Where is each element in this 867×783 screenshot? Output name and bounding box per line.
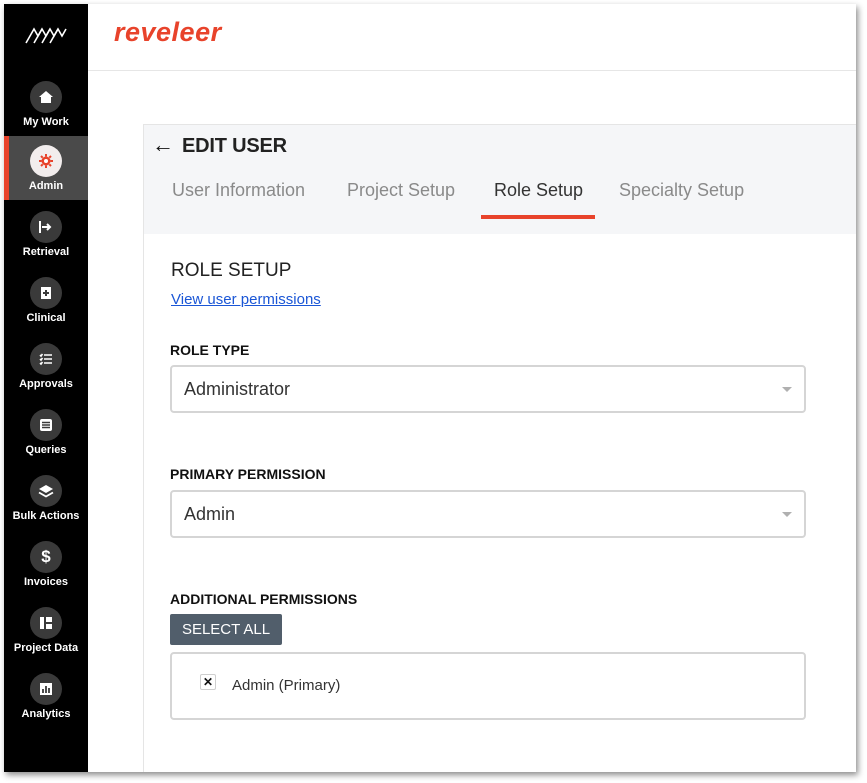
tab-role-setup[interactable]: Role Setup (494, 180, 583, 201)
primary-permission-label: PRIMARY PERMISSION (170, 466, 326, 482)
active-tab-indicator (481, 215, 595, 219)
sidebar-item-invoices[interactable]: $ Invoices (4, 532, 88, 596)
primary-permission-select[interactable]: Admin (170, 490, 806, 538)
sidebar-item-label: Clinical (26, 312, 66, 324)
sidebar-item-label: Invoices (23, 576, 69, 588)
brand-logo[interactable]: reveleer (114, 17, 222, 48)
sidebar-item-queries[interactable]: Queries (4, 400, 88, 464)
sidebar-item-admin[interactable]: Admin (4, 136, 88, 200)
tab-specialty-setup[interactable]: Specialty Setup (619, 180, 744, 201)
tab-project-setup[interactable]: Project Setup (347, 180, 455, 201)
sidebar-item-bulk-actions[interactable]: Bulk Actions (4, 466, 88, 530)
chevron-down-icon (782, 512, 792, 517)
bar-chart-icon (30, 673, 62, 705)
sidebar-item-my-work[interactable]: My Work (4, 72, 88, 136)
section-title: ROLE SETUP (171, 260, 292, 281)
permission-checkbox[interactable]: ✕ (200, 674, 216, 690)
sidebar-item-label: Project Data (13, 642, 79, 654)
page-title: EDIT USER (182, 134, 287, 157)
sidebar-item-project-data[interactable]: Project Data (4, 598, 88, 662)
home-icon (30, 81, 62, 113)
sidebar-item-label: Bulk Actions (12, 510, 80, 522)
additional-permissions-list: ✕ Admin (Primary) (170, 652, 806, 720)
view-permissions-link[interactable]: View user permissions (171, 291, 321, 308)
sidebar-item-approvals[interactable]: Approvals (4, 334, 88, 398)
role-type-label: ROLE TYPE (170, 342, 250, 358)
hierarchy-icon (30, 607, 62, 639)
clinical-icon (30, 277, 62, 309)
select-all-button[interactable]: SELECT ALL (170, 614, 282, 645)
sidebar-item-label: Admin (28, 180, 64, 192)
sidebar-item-label: Queries (25, 444, 67, 456)
sidebar-item-label: Approvals (19, 378, 73, 390)
header-divider (88, 70, 856, 71)
sidebar-item-retrieval[interactable]: Retrieval (4, 202, 88, 266)
top-header: reveleer (88, 4, 856, 70)
checklist-icon (30, 343, 62, 375)
additional-permissions-label: ADDITIONAL PERMISSIONS (170, 591, 358, 607)
chevron-down-icon (782, 387, 792, 392)
gear-icon (30, 145, 62, 177)
list-icon (30, 409, 62, 441)
tab-user-information[interactable]: User Information (172, 180, 305, 201)
sidebar-item-label: My Work (23, 116, 69, 128)
sidebar-item-analytics[interactable]: Analytics (4, 664, 88, 728)
layers-icon (30, 475, 62, 507)
primary-permission-value: Admin (184, 504, 236, 524)
sidebar-item-label: Analytics (21, 708, 71, 720)
arrow-in-icon (30, 211, 62, 243)
sidebar-item-clinical[interactable]: Clinical (4, 268, 88, 332)
role-type-value: Administrator (184, 379, 291, 399)
app-window: My Work Admin Retrieval Clinical Approva… (4, 4, 856, 772)
app-logo-icon[interactable] (24, 26, 68, 46)
back-arrow-icon[interactable]: ← (152, 134, 174, 158)
role-type-select[interactable]: Administrator (170, 365, 806, 413)
permission-label: Admin (Primary) (232, 677, 341, 694)
dollar-icon: $ (30, 541, 62, 573)
sidebar: My Work Admin Retrieval Clinical Approva… (4, 4, 88, 772)
back-row: ← EDIT USER (152, 134, 287, 158)
sidebar-item-label: Retrieval (22, 246, 70, 258)
